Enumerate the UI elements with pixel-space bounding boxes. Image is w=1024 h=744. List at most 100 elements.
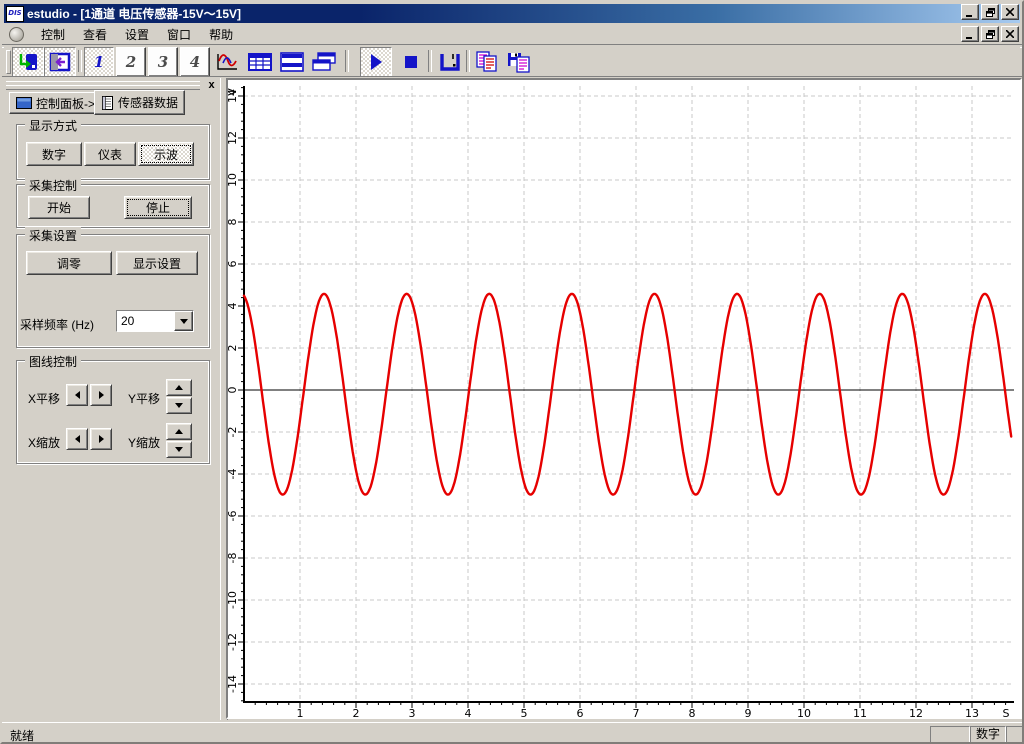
minimize-button[interactable] — [961, 4, 979, 20]
channel-3-button[interactable]: 3 — [148, 47, 178, 77]
status-cell-empty — [1006, 726, 1022, 742]
svg-text:2: 2 — [353, 707, 360, 717]
minimize-icon — [966, 14, 972, 17]
menu-settings[interactable]: 设置 — [116, 24, 158, 45]
sample-rate-value[interactable]: 20 — [117, 311, 174, 331]
y-zoom-in-button[interactable] — [166, 423, 192, 440]
arrow-up-icon — [175, 429, 183, 434]
menu-window[interactable]: 窗口 — [158, 24, 200, 45]
restore-button[interactable] — [981, 4, 999, 20]
tab-control-panel[interactable]: 控制面板-> — [9, 92, 103, 114]
svg-text:10: 10 — [228, 173, 239, 187]
toolbar-separator — [345, 50, 349, 72]
digital-mode-button[interactable]: 数字 — [26, 142, 82, 166]
menu-view[interactable]: 查看 — [74, 24, 116, 45]
channel-3-label: 3 — [157, 53, 169, 71]
save-button[interactable] — [434, 47, 466, 77]
y-pan-down-button[interactable] — [166, 397, 192, 414]
play-icon — [371, 54, 382, 70]
start-button[interactable]: 开始 — [28, 196, 90, 219]
svg-text:4: 4 — [465, 707, 472, 717]
stop-icon — [405, 56, 417, 68]
exit-button[interactable] — [12, 47, 44, 77]
svg-text:6: 6 — [228, 261, 239, 268]
group-curve-title: 图线控制 — [25, 353, 82, 370]
group-display-mode-title: 显示方式 — [25, 117, 82, 134]
close-button[interactable] — [1001, 4, 1019, 20]
toolbar-grip[interactable] — [6, 50, 11, 74]
panel-close-button[interactable]: x — [205, 80, 218, 93]
svg-text:-14: -14 — [228, 675, 239, 693]
data-table-button[interactable] — [244, 47, 276, 77]
close-icon — [1006, 8, 1014, 16]
y-pan-label: Y平移 — [128, 392, 161, 406]
play-button[interactable] — [360, 47, 392, 77]
waveform-icon — [217, 54, 237, 70]
axes — [243, 86, 1014, 703]
stop-button[interactable] — [396, 47, 426, 77]
channel-4-label: 4 — [189, 53, 201, 71]
child-restore-icon — [985, 29, 995, 39]
arrow-down-icon — [175, 403, 183, 408]
y-zoom-out-button[interactable] — [166, 441, 192, 458]
title-bar: DIS estudio - [1通道 电压传感器-15V～15V] — [4, 4, 1020, 23]
meter-mode-button[interactable]: 仪表 — [84, 142, 136, 166]
x-zoom-out-button[interactable] — [66, 428, 88, 450]
svg-text:-6: -6 — [228, 511, 239, 522]
y-zoom-label: Y缩放 — [128, 436, 161, 450]
channel-4-button[interactable]: 4 — [180, 47, 210, 77]
menu-help[interactable]: 帮助 — [200, 24, 242, 45]
save-data-button[interactable] — [503, 47, 535, 77]
sample-rate-combobox[interactable]: 20 — [116, 310, 194, 332]
cascade-icon — [312, 52, 336, 71]
svg-text:10: 10 — [797, 707, 811, 717]
display-settings-label: 显示设置 — [132, 256, 181, 271]
mdi-system-icon[interactable] — [9, 26, 24, 42]
group-settings-title: 采集设置 — [25, 227, 82, 244]
oscilloscope-view: 12345678910111213S-14-12-10-8-6-4-202468… — [226, 78, 1022, 719]
waveform-chart: 12345678910111213S-14-12-10-8-6-4-202468… — [228, 86, 1014, 717]
svg-text:2: 2 — [228, 345, 239, 352]
x-zoom-in-button[interactable] — [90, 428, 112, 450]
sensor-data-icon — [102, 95, 113, 110]
tab-sensor-data-label: 传感器数据 — [118, 96, 179, 110]
chevron-down-icon — [179, 318, 188, 324]
svg-text:-8: -8 — [228, 553, 239, 564]
channel-1-label: 1 — [93, 53, 105, 71]
back-window-button[interactable] — [44, 47, 76, 77]
status-cell-mode: 数字 — [970, 726, 1006, 742]
digital-mode-label: 数字 — [41, 147, 66, 162]
split-view-button[interactable] — [276, 47, 308, 77]
arrow-right-icon — [98, 435, 104, 443]
zero-button[interactable]: 调零 — [26, 251, 112, 275]
tab-control-panel-label: 控制面板-> — [36, 96, 96, 111]
waveform-view-button[interactable] — [212, 47, 242, 77]
channel-2-button[interactable]: 2 — [116, 47, 146, 77]
x-pan-left-button[interactable] — [66, 384, 88, 406]
svg-text:12: 12 — [909, 707, 923, 717]
child-minimize-button[interactable] — [961, 26, 979, 42]
display-settings-button[interactable]: 显示设置 — [116, 251, 198, 275]
y-pan-up-button[interactable] — [166, 379, 192, 396]
channel-1-button[interactable]: 1 — [84, 47, 114, 77]
control-dock-panel: x 控制面板-> 传感器数据 显示方式 数字 仪表 示波 采集控制 开始 停止 … — [4, 80, 220, 716]
scope-mode-label: 示波 — [153, 147, 178, 162]
cascade-windows-button[interactable] — [308, 47, 340, 77]
scope-mode-button[interactable]: 示波 — [138, 142, 194, 166]
arrow-right-icon — [98, 391, 104, 399]
tab-sensor-data[interactable]: 传感器数据 — [94, 90, 186, 115]
copy-data-button[interactable] — [471, 47, 503, 77]
svg-text:13: 13 — [965, 707, 979, 717]
restore-icon — [985, 7, 995, 17]
arrow-left-icon — [74, 435, 80, 443]
toolbar: 1 2 3 4 — [4, 46, 1020, 77]
menu-control[interactable]: 控制 — [32, 24, 74, 45]
exit-door-icon — [19, 54, 37, 70]
child-close-button[interactable] — [1001, 26, 1019, 42]
x-pan-right-button[interactable] — [90, 384, 112, 406]
stop-acquisition-button[interactable]: 停止 — [124, 196, 192, 219]
child-restore-button[interactable] — [981, 26, 999, 42]
sample-rate-dropdown-button[interactable] — [174, 311, 193, 331]
arrow-left-icon — [74, 391, 80, 399]
application-window: DIS estudio - [1通道 电压传感器-15V～15V] 控制 查看 … — [0, 0, 1024, 744]
